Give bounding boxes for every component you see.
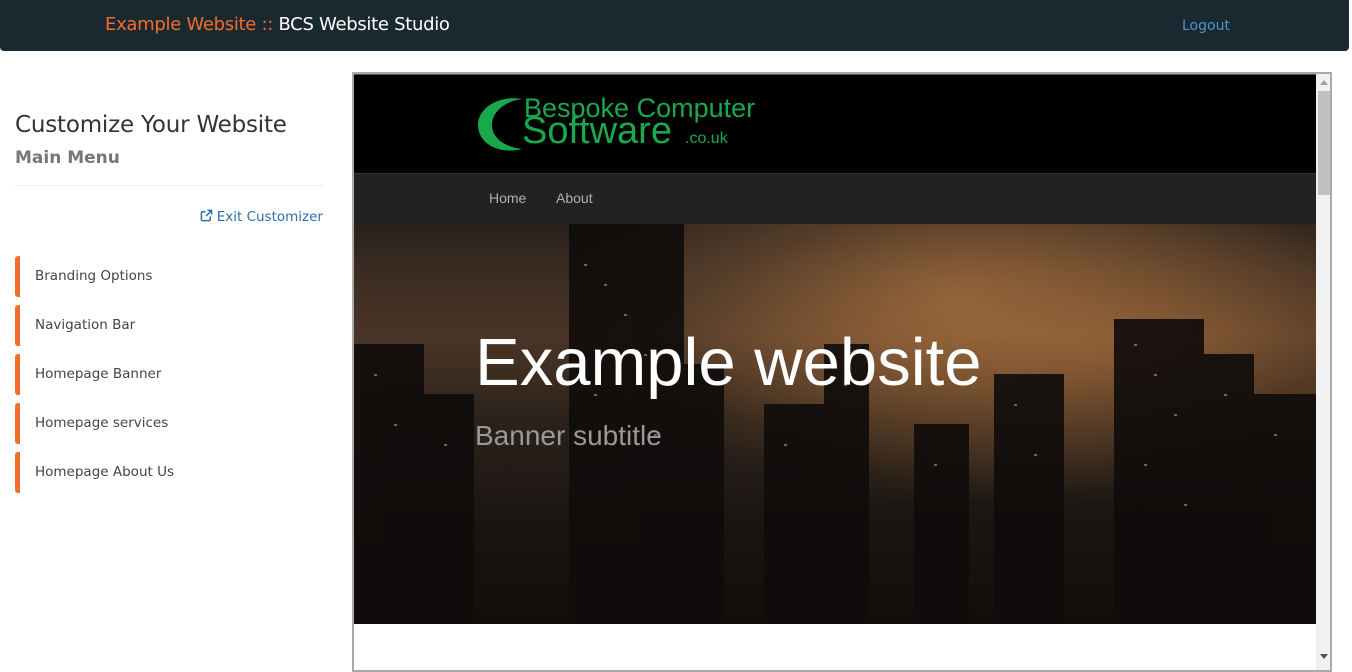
sidebar-title: Customize Your Website xyxy=(15,112,287,138)
external-link-icon xyxy=(200,209,213,222)
scroll-up-arrow-icon[interactable] xyxy=(1320,80,1328,85)
exit-customizer-link[interactable]: Exit Customizer xyxy=(200,209,323,225)
banner-subtitle: Banner subtitle xyxy=(475,420,662,451)
navbar-brand[interactable]: Example Website :: BCS Website Studio xyxy=(105,14,450,35)
sidebar-divider xyxy=(15,185,323,186)
banner-title: Example website xyxy=(475,325,982,400)
menu-item-homepage-banner[interactable]: Homepage Banner xyxy=(15,354,323,395)
top-navbar: Example Website :: BCS Website Studio Lo… xyxy=(0,0,1349,51)
logout-link[interactable]: Logout xyxy=(1182,18,1230,34)
sidebar-subtitle: Main Menu xyxy=(15,148,120,168)
menu-item-homepage-services[interactable]: Homepage services xyxy=(15,403,323,444)
logo-suffix: .co.uk xyxy=(685,130,728,147)
website-preview-frame[interactable]: Bespoke Computer Software .co.uk Home Ab… xyxy=(352,72,1332,672)
menu-item-navigation-bar[interactable]: Navigation Bar xyxy=(15,305,323,346)
crescent-logo-icon xyxy=(478,98,522,151)
site-name: Example Website xyxy=(105,14,257,35)
preview-header: Bespoke Computer Software .co.uk xyxy=(354,74,1316,174)
preview-nav-about[interactable]: About xyxy=(556,190,593,206)
logo-line-2: Software xyxy=(522,110,672,152)
exit-customizer-label: Exit Customizer xyxy=(216,209,323,225)
scroll-down-arrow-icon[interactable] xyxy=(1320,654,1328,659)
preview-nav: Home About xyxy=(354,173,1316,225)
menu-item-homepage-about-us[interactable]: Homepage About Us xyxy=(15,452,323,493)
menu-item-branding-options[interactable]: Branding Options xyxy=(15,256,323,297)
customizer-menu: Branding Options Navigation Bar Homepage… xyxy=(15,256,323,501)
studio-name: BCS Website Studio xyxy=(278,14,450,35)
scroll-thumb[interactable] xyxy=(1318,91,1330,195)
preview-banner: Example website Banner subtitle xyxy=(354,224,1316,624)
brand-separator: :: xyxy=(256,14,279,35)
preview-scrollbar[interactable] xyxy=(1316,74,1330,670)
preview-nav-home[interactable]: Home xyxy=(489,190,526,206)
